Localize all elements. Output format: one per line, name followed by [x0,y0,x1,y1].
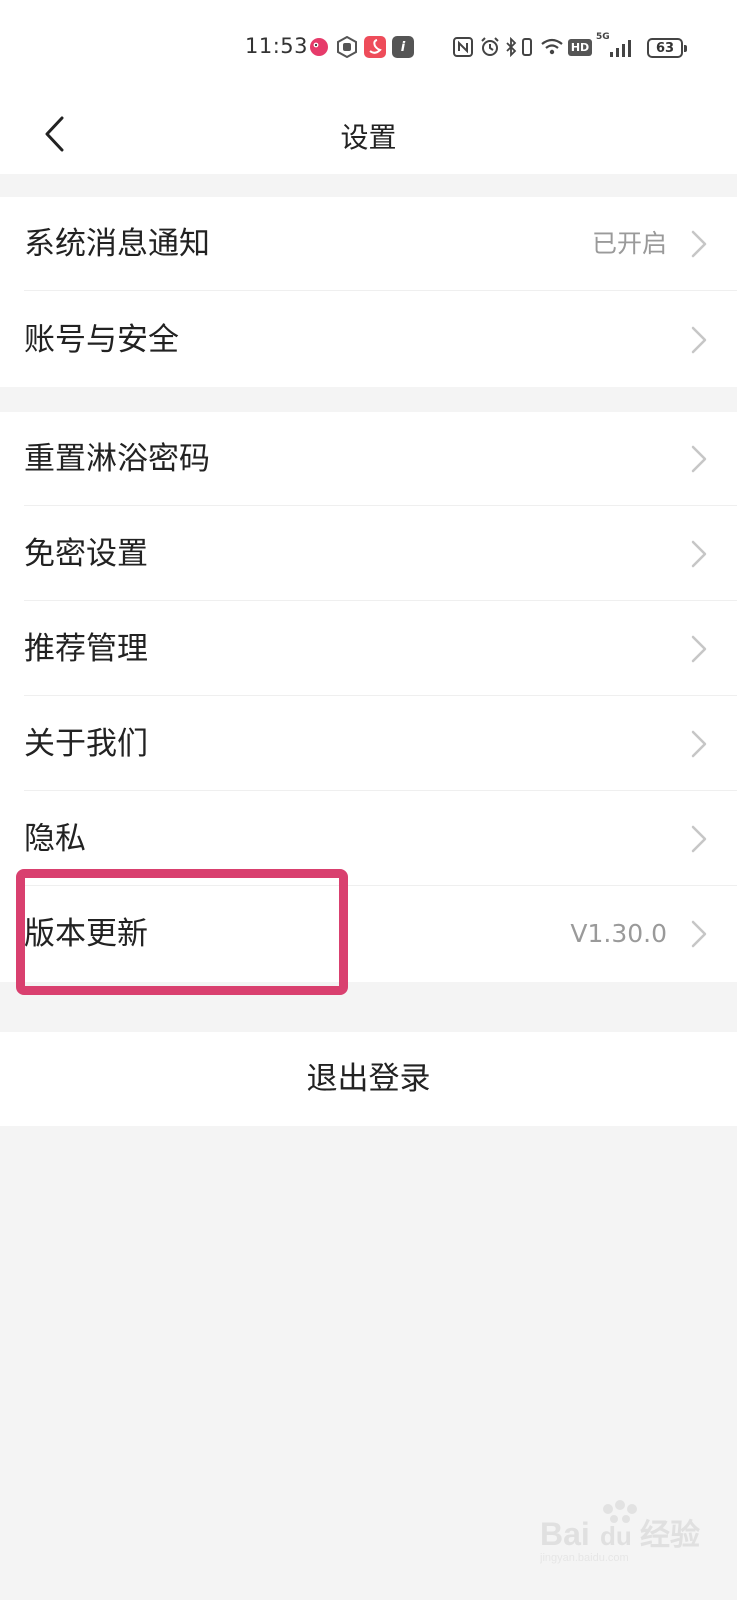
divider [24,290,737,291]
battery-level: 63 [655,40,675,56]
row-label: 重置淋浴密码 [24,441,210,477]
chevron-right-icon [691,730,707,758]
alarm-icon [479,36,501,58]
divider [24,790,737,791]
chevron-right-icon [691,920,707,948]
app-icon-info: i [392,36,414,58]
watermark-url: jingyan.baidu.com [540,1552,629,1564]
row-account-security[interactable]: 账号与安全 [0,293,737,387]
row-reset-shower-password[interactable]: 重置淋浴密码 [0,412,737,506]
row-system-notifications[interactable]: 系统消息通知 已开启 [0,197,737,291]
row-privacy[interactable]: 隐私 [0,792,737,886]
row-password-free-settings[interactable]: 免密设置 [0,507,737,601]
watermark-brand2: du [600,1521,632,1551]
row-label: 账号与安全 [24,322,179,358]
logout-button[interactable]: 退出登录 [0,1032,737,1126]
app-icon-swan [364,36,386,58]
status-time: 11:53 [245,34,309,58]
signal-icon: 5G [596,32,636,58]
row-label: 关于我们 [24,726,148,762]
chevron-right-icon [691,230,707,258]
row-about-us[interactable]: 关于我们 [0,697,737,791]
watermark-text: 经验 [640,1518,700,1553]
hd-icon: HD [567,36,593,58]
chevron-right-icon [691,445,707,473]
vibrate-icon [519,36,535,58]
row-label: 版本更新 [24,916,148,952]
row-label: 隐私 [24,821,86,857]
chevron-right-icon [691,825,707,853]
divider [24,885,737,886]
divider [24,695,737,696]
row-version-update[interactable]: 版本更新 V1.30.0 [0,887,737,981]
divider [24,505,737,506]
baidu-jingyan-watermark: Bai du 经验 jingyan.baidu.com [540,1500,700,1564]
status-bar: 11:53 i HD 5G 63 [0,0,737,96]
page-title: 设置 [340,121,397,154]
nav-bar: 设置 [0,96,737,174]
version-value: V1.30.0 [570,919,667,948]
row-label: 推荐管理 [24,631,148,667]
nfc-icon [452,36,474,58]
wifi-icon [539,36,565,58]
divider [24,600,737,601]
hd-label: HD [567,38,593,56]
battery-icon: 63 [647,38,687,58]
row-label: 系统消息通知 [24,226,210,262]
app-icon-bird [308,36,330,58]
chevron-right-icon [691,635,707,663]
row-value: 已开启 [591,229,667,258]
chevron-right-icon [691,326,707,354]
watermark-brand: Bai [540,1516,590,1552]
settings-group-notifications: 系统消息通知 已开启 账号与安全 [0,197,737,387]
app-icon-hand [336,36,358,58]
settings-group-general: 重置淋浴密码 免密设置 推荐管理 关于我们 隐私 版本更新 V1.30.0 [0,412,737,982]
bluetooth-icon [504,36,518,58]
row-label: 免密设置 [24,536,148,572]
chevron-right-icon [691,540,707,568]
row-recommendation-management[interactable]: 推荐管理 [0,602,737,696]
